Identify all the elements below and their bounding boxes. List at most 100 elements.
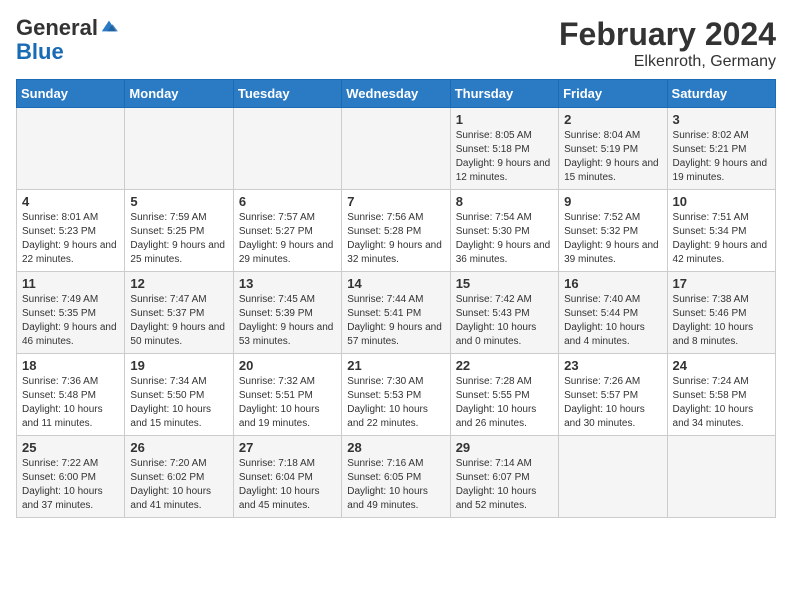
calendar-week-row: 25 Sunrise: 7:22 AMSunset: 6:00 PMDayligh… <box>17 436 776 518</box>
calendar-cell: 29 Sunrise: 7:14 AMSunset: 6:07 PMDayligh… <box>450 436 558 518</box>
day-info: Sunrise: 7:47 AMSunset: 5:37 PMDaylight:… <box>130 293 227 349</box>
day-number: 5 <box>130 194 227 209</box>
day-info: Sunrise: 7:32 AMSunset: 5:51 PMDaylight:… <box>239 375 336 431</box>
calendar-week-row: 18 Sunrise: 7:36 AMSunset: 5:48 PMDayligh… <box>17 354 776 436</box>
day-number: 2 <box>564 112 661 127</box>
calendar-cell: 16 Sunrise: 7:40 AMSunset: 5:44 PMDayligh… <box>559 272 667 354</box>
day-info: Sunrise: 7:20 AMSunset: 6:02 PMDaylight:… <box>130 457 227 513</box>
calendar-cell: 14 Sunrise: 7:44 AMSunset: 5:41 PMDayligh… <box>342 272 450 354</box>
calendar-cell: 13Sunrise: 7:45 AMSunset: 5:39 PMDayligh… <box>233 272 341 354</box>
day-number: 23 <box>564 358 661 373</box>
calendar-cell: 20Sunrise: 7:32 AMSunset: 5:51 PMDayligh… <box>233 354 341 436</box>
calendar-cell: 2 Sunrise: 8:04 AMSunset: 5:19 PMDaylight… <box>559 108 667 190</box>
location-subtitle: Elkenroth, Germany <box>559 53 776 71</box>
calendar-cell: 24 Sunrise: 7:24 AMSunset: 5:58 PMDayligh… <box>667 354 775 436</box>
day-info: Sunrise: 7:42 AMSunset: 5:43 PMDaylight:… <box>456 293 553 349</box>
day-info: Sunrise: 7:18 AMSunset: 6:04 PMDaylight:… <box>239 457 336 513</box>
calendar-cell: 22Sunrise: 7:28 AMSunset: 5:55 PMDayligh… <box>450 354 558 436</box>
day-header-thursday: Thursday <box>450 80 558 108</box>
day-number: 14 <box>347 276 444 291</box>
day-info: Sunrise: 7:30 AMSunset: 5:53 PMDaylight:… <box>347 375 444 431</box>
calendar-cell: 26 Sunrise: 7:20 AMSunset: 6:02 PMDayligh… <box>125 436 233 518</box>
calendar-cell: 15 Sunrise: 7:42 AMSunset: 5:43 PMDayligh… <box>450 272 558 354</box>
day-info: Sunrise: 8:02 AMSunset: 5:21 PMDaylight:… <box>673 129 770 185</box>
calendar-table: SundayMondayTuesdayWednesdayThursdayFrid… <box>16 79 776 518</box>
day-number: 18 <box>22 358 119 373</box>
day-info: Sunrise: 7:51 AMSunset: 5:34 PMDaylight:… <box>673 211 770 267</box>
day-info: Sunrise: 7:59 AMSunset: 5:25 PMDaylight:… <box>130 211 227 267</box>
day-header-monday: Monday <box>125 80 233 108</box>
day-number: 7 <box>347 194 444 209</box>
day-number: 27 <box>239 440 336 455</box>
calendar-cell: 4Sunrise: 8:01 AMSunset: 5:23 PMDaylight… <box>17 190 125 272</box>
calendar-cell: 17 Sunrise: 7:38 AMSunset: 5:46 PMDayligh… <box>667 272 775 354</box>
calendar-cell: 3Sunrise: 8:02 AMSunset: 5:21 PMDaylight… <box>667 108 775 190</box>
day-info: Sunrise: 7:36 AMSunset: 5:48 PMDaylight:… <box>22 375 119 431</box>
day-number: 6 <box>239 194 336 209</box>
day-info: Sunrise: 7:56 AMSunset: 5:28 PMDaylight:… <box>347 211 444 267</box>
day-number: 8 <box>456 194 553 209</box>
calendar-cell: 12 Sunrise: 7:47 AMSunset: 5:37 PMDayligh… <box>125 272 233 354</box>
calendar-cell: 9 Sunrise: 7:52 AMSunset: 5:32 PMDaylight… <box>559 190 667 272</box>
calendar-cell: 11 Sunrise: 7:49 AMSunset: 5:35 PMDayligh… <box>17 272 125 354</box>
day-header-friday: Friday <box>559 80 667 108</box>
day-number: 15 <box>456 276 553 291</box>
day-info: Sunrise: 7:34 AMSunset: 5:50 PMDaylight:… <box>130 375 227 431</box>
calendar-cell: 23 Sunrise: 7:26 AMSunset: 5:57 PMDayligh… <box>559 354 667 436</box>
day-number: 24 <box>673 358 770 373</box>
day-info: Sunrise: 7:24 AMSunset: 5:58 PMDaylight:… <box>673 375 770 431</box>
day-info: Sunrise: 7:26 AMSunset: 5:57 PMDaylight:… <box>564 375 661 431</box>
title-area: February 2024 Elkenroth, Germany <box>559 16 776 71</box>
calendar-cell <box>233 108 341 190</box>
calendar-cell: 21 Sunrise: 7:30 AMSunset: 5:53 PMDayligh… <box>342 354 450 436</box>
logo-blue-text: Blue <box>16 40 118 64</box>
day-number: 12 <box>130 276 227 291</box>
calendar-cell <box>342 108 450 190</box>
day-number: 29 <box>456 440 553 455</box>
calendar-week-row: 1 Sunrise: 8:05 AMSunset: 5:18 PMDaylight… <box>17 108 776 190</box>
logo: General Blue <box>16 16 118 64</box>
day-number: 28 <box>347 440 444 455</box>
day-number: 21 <box>347 358 444 373</box>
day-number: 4 <box>22 194 119 209</box>
calendar-cell <box>559 436 667 518</box>
day-number: 19 <box>130 358 227 373</box>
calendar-cell: 18 Sunrise: 7:36 AMSunset: 5:48 PMDayligh… <box>17 354 125 436</box>
calendar-cell: 5 Sunrise: 7:59 AMSunset: 5:25 PMDaylight… <box>125 190 233 272</box>
calendar-cell: 8 Sunrise: 7:54 AMSunset: 5:30 PMDaylight… <box>450 190 558 272</box>
day-info: Sunrise: 7:44 AMSunset: 5:41 PMDaylight:… <box>347 293 444 349</box>
day-number: 25 <box>22 440 119 455</box>
calendar-cell: 19 Sunrise: 7:34 AMSunset: 5:50 PMDayligh… <box>125 354 233 436</box>
logo-general-text: General <box>16 16 98 40</box>
day-info: Sunrise: 7:45 AMSunset: 5:39 PMDaylight:… <box>239 293 336 349</box>
day-number: 9 <box>564 194 661 209</box>
day-header-wednesday: Wednesday <box>342 80 450 108</box>
day-number: 10 <box>673 194 770 209</box>
day-info: Sunrise: 8:05 AMSunset: 5:18 PMDaylight:… <box>456 129 553 185</box>
day-number: 26 <box>130 440 227 455</box>
day-info: Sunrise: 7:28 AMSunset: 5:55 PMDaylight:… <box>456 375 553 431</box>
day-info: Sunrise: 7:52 AMSunset: 5:32 PMDaylight:… <box>564 211 661 267</box>
day-info: Sunrise: 7:54 AMSunset: 5:30 PMDaylight:… <box>456 211 553 267</box>
day-header-saturday: Saturday <box>667 80 775 108</box>
day-info: Sunrise: 7:49 AMSunset: 5:35 PMDaylight:… <box>22 293 119 349</box>
day-number: 1 <box>456 112 553 127</box>
day-info: Sunrise: 7:14 AMSunset: 6:07 PMDaylight:… <box>456 457 553 513</box>
calendar-cell: 7 Sunrise: 7:56 AMSunset: 5:28 PMDaylight… <box>342 190 450 272</box>
calendar-cell <box>125 108 233 190</box>
day-number: 17 <box>673 276 770 291</box>
calendar-cell: 10 Sunrise: 7:51 AMSunset: 5:34 PMDayligh… <box>667 190 775 272</box>
day-info: Sunrise: 7:40 AMSunset: 5:44 PMDaylight:… <box>564 293 661 349</box>
day-number: 16 <box>564 276 661 291</box>
day-info: Sunrise: 7:38 AMSunset: 5:46 PMDaylight:… <box>673 293 770 349</box>
header: General Blue February 2024 Elkenroth, Ge… <box>16 16 776 71</box>
day-number: 11 <box>22 276 119 291</box>
calendar-cell: 28Sunrise: 7:16 AMSunset: 6:05 PMDayligh… <box>342 436 450 518</box>
day-info: Sunrise: 7:22 AMSunset: 6:00 PMDaylight:… <box>22 457 119 513</box>
calendar-week-row: 4Sunrise: 8:01 AMSunset: 5:23 PMDaylight… <box>17 190 776 272</box>
calendar-cell <box>17 108 125 190</box>
calendar-cell: 25 Sunrise: 7:22 AMSunset: 6:00 PMDayligh… <box>17 436 125 518</box>
day-info: Sunrise: 8:04 AMSunset: 5:19 PMDaylight:… <box>564 129 661 185</box>
logo-icon <box>100 17 118 35</box>
calendar-cell <box>667 436 775 518</box>
